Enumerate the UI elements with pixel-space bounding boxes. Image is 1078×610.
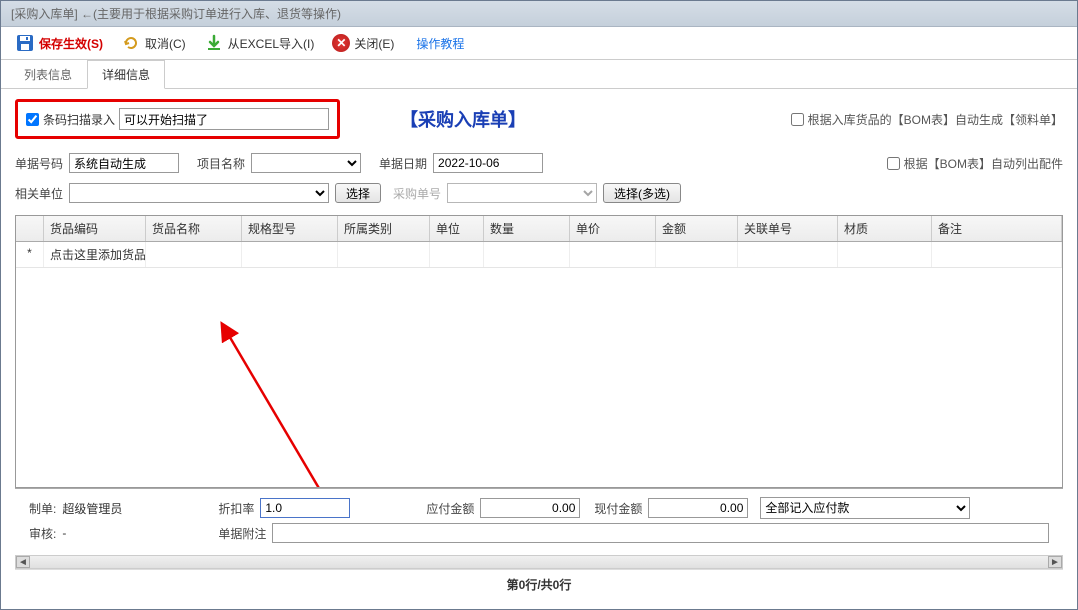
col-category[interactable]: 所属类别	[338, 216, 430, 241]
unit-label: 相关单位	[15, 185, 63, 202]
barcode-scan-input[interactable]	[119, 108, 329, 130]
download-arrow-icon	[204, 33, 224, 53]
col-unit[interactable]: 单位	[430, 216, 484, 241]
project-label: 项目名称	[197, 155, 245, 172]
barcode-scan-box: 条码扫描录入	[15, 99, 340, 139]
window-title: [采购入库单] ←(主要用于根据采购订单进行入库、退货等操作)	[1, 1, 1077, 27]
remark-label: 单据附注	[218, 525, 266, 542]
content-area: 条码扫描录入 【采购入库单】 根据入库货品的【BOM表】自动生成【领料单】 单据…	[1, 89, 1077, 609]
annotation-arrow	[216, 316, 416, 488]
doc-no-input	[69, 153, 179, 173]
cancel-label: 取消(C)	[145, 35, 186, 52]
discount-label: 折扣率	[218, 500, 254, 517]
col-name[interactable]: 货品名称	[146, 216, 242, 241]
bom-gen-check[interactable]: 根据入库货品的【BOM表】自动生成【领料单】	[791, 111, 1063, 128]
import-button[interactable]: 从EXCEL导入(I)	[198, 31, 321, 55]
form-title: 【采购入库单】	[400, 106, 526, 132]
grid-header-row: 货品编码 货品名称 规格型号 所属类别 单位 数量 单价 金额 关联单号 材质 …	[16, 216, 1062, 242]
remark-input[interactable]	[272, 523, 1049, 543]
col-star	[16, 216, 44, 241]
new-row-star: *	[16, 242, 44, 267]
col-price[interactable]: 单价	[570, 216, 656, 241]
pay-option-select[interactable]: 全部记入应付款	[760, 497, 970, 519]
bom-gen-label: 根据入库货品的【BOM表】自动生成【领料单】	[808, 111, 1063, 128]
import-label: 从EXCEL导入(I)	[228, 35, 315, 52]
save-button[interactable]: 保存生效(S)	[9, 31, 109, 55]
horizontal-scrollbar[interactable]: ◄ ►	[15, 555, 1063, 569]
cash-label: 现付金额	[594, 500, 642, 517]
col-qty[interactable]: 数量	[484, 216, 570, 241]
barcode-scan-checkbox[interactable]	[26, 113, 39, 126]
maker-label: 制单:	[29, 500, 56, 517]
col-spec[interactable]: 规格型号	[242, 216, 338, 241]
bom-list-checkbox[interactable]	[887, 157, 900, 170]
col-refno[interactable]: 关联单号	[738, 216, 838, 241]
col-material[interactable]: 材质	[838, 216, 932, 241]
date-input[interactable]	[433, 153, 543, 173]
unit-select[interactable]	[69, 183, 329, 203]
bom-list-check[interactable]: 根据【BOM表】自动列出配件	[887, 155, 1063, 172]
date-label: 单据日期	[379, 155, 427, 172]
po-select-multi-button[interactable]: 选择(多选)	[603, 183, 681, 203]
discount-input[interactable]	[260, 498, 350, 518]
audit-label: 审核:	[29, 525, 56, 542]
scroll-left-icon[interactable]: ◄	[16, 556, 30, 568]
save-icon	[15, 33, 35, 53]
unit-select-button[interactable]: 选择	[335, 183, 381, 203]
scroll-right-icon[interactable]: ►	[1048, 556, 1062, 568]
audit-value: -	[62, 526, 212, 540]
footer: 制单: 超级管理员 折扣率 应付金额 现付金额 全部记入应付款 审核: - 单据…	[15, 488, 1063, 551]
close-icon: ✕	[332, 34, 350, 52]
project-select[interactable]	[251, 153, 361, 173]
new-row-placeholder[interactable]: 点击这里添加货品	[44, 242, 146, 267]
close-label: 关闭(E)	[354, 35, 394, 52]
col-remark[interactable]: 备注	[932, 216, 1062, 241]
close-button[interactable]: ✕ 关闭(E)	[326, 32, 400, 54]
payable-label: 应付金额	[426, 500, 474, 517]
cash-input[interactable]	[648, 498, 748, 518]
items-grid: 货品编码 货品名称 规格型号 所属类别 单位 数量 单价 金额 关联单号 材质 …	[15, 215, 1063, 488]
po-select	[447, 183, 597, 203]
tab-list-info[interactable]: 列表信息	[9, 60, 87, 89]
undo-icon	[121, 33, 141, 53]
summary-bar: 第0行/共0行	[15, 569, 1063, 599]
tab-detail-info[interactable]: 详细信息	[87, 60, 165, 89]
doc-no-label: 单据号码	[15, 155, 63, 172]
tabs: 列表信息 详细信息	[1, 60, 1077, 89]
cancel-button[interactable]: 取消(C)	[115, 31, 192, 55]
save-label: 保存生效(S)	[39, 35, 103, 52]
bom-gen-checkbox[interactable]	[791, 113, 804, 126]
payable-input	[480, 498, 580, 518]
bom-list-label: 根据【BOM表】自动列出配件	[904, 155, 1063, 172]
col-code[interactable]: 货品编码	[44, 216, 146, 241]
toolbar: 保存生效(S) 取消(C) 从EXCEL导入(I) ✕ 关闭(E) 操作教程	[1, 27, 1077, 60]
grid-new-row[interactable]: * 点击这里添加货品	[16, 242, 1062, 268]
maker-value: 超级管理员	[62, 500, 212, 517]
tutorial-link[interactable]: 操作教程	[416, 35, 464, 52]
barcode-scan-label: 条码扫描录入	[43, 111, 115, 128]
po-label: 采购单号	[393, 185, 441, 202]
col-amount[interactable]: 金额	[656, 216, 738, 241]
